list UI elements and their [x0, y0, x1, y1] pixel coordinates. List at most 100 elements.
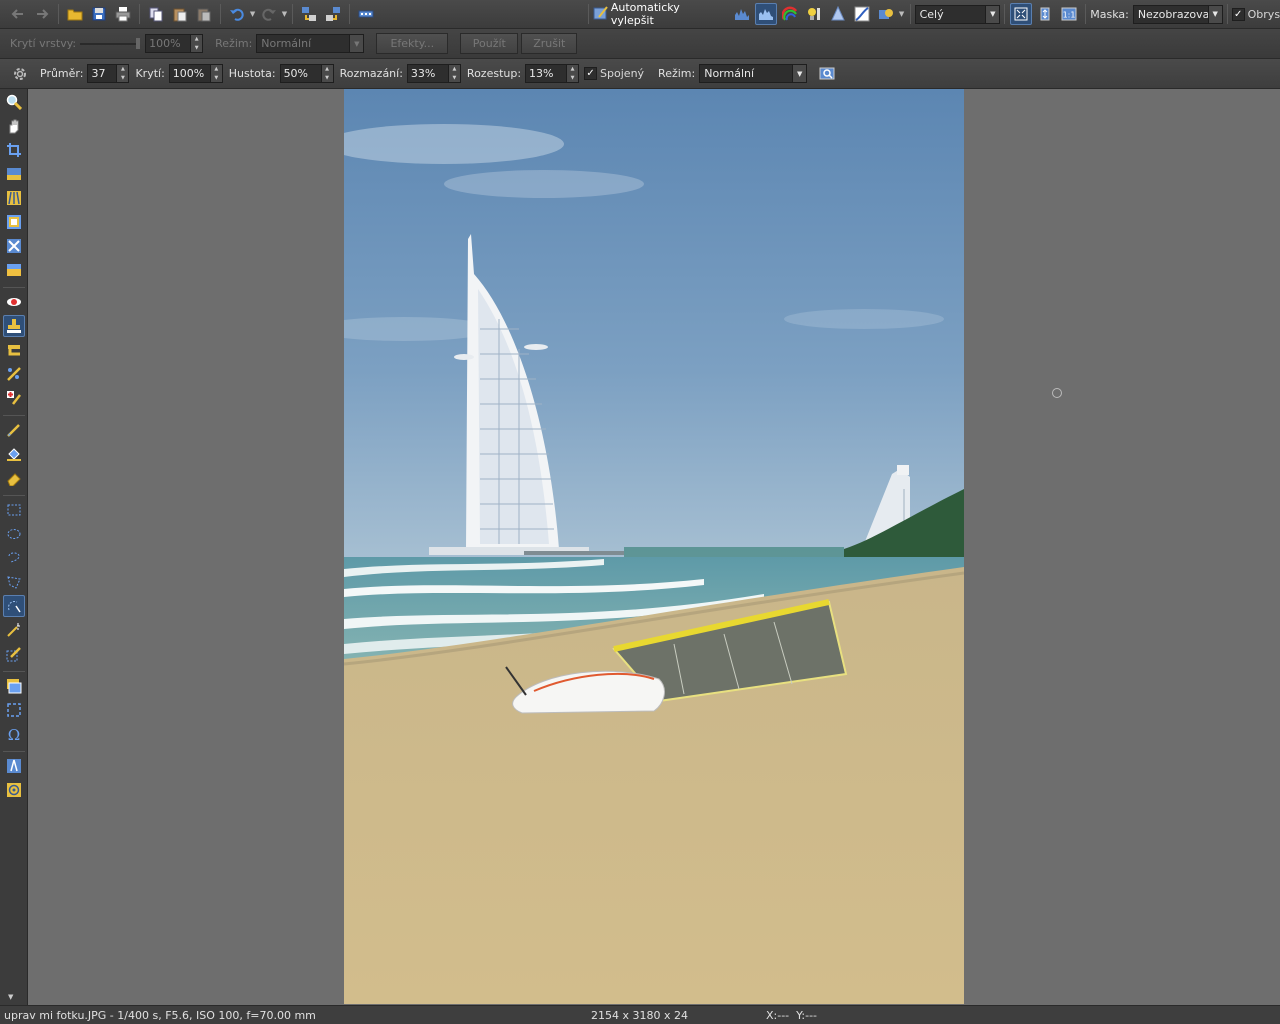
layers-tool-icon[interactable] — [3, 675, 25, 697]
separator — [3, 415, 25, 416]
brush-mode-value: Normální — [704, 67, 755, 80]
smudge-tool-icon[interactable] — [3, 339, 25, 361]
redo-icon[interactable] — [258, 3, 280, 25]
filmstrip-icon[interactable] — [355, 3, 377, 25]
healing-tool-icon[interactable] — [3, 387, 25, 409]
brush-mode-select[interactable]: Normální ▼ — [699, 64, 808, 83]
separator — [1226, 4, 1228, 24]
lasso-select-icon[interactable] — [3, 547, 25, 569]
opacity-input[interactable]: 100% ▲ ▼ — [168, 64, 223, 83]
layer-opacity-label: Krytí vrstvy: — [10, 37, 77, 50]
histogram-icon[interactable] — [754, 3, 777, 25]
save-icon[interactable] — [88, 3, 110, 25]
apply-button[interactable]: Použít — [460, 33, 519, 54]
export-icon[interactable] — [298, 3, 320, 25]
back-icon[interactable] — [7, 3, 29, 25]
target-tool-icon[interactable] — [3, 779, 25, 801]
resize-tool-icon[interactable] — [3, 211, 25, 233]
continuous-label: Spojený — [600, 67, 645, 80]
layer-opacity-value: 100% — [149, 37, 181, 50]
rectangle-select-icon[interactable] — [3, 499, 25, 521]
straighten-tool-icon[interactable] — [3, 163, 25, 185]
blur-input[interactable]: 33% ▲ ▼ — [406, 64, 461, 83]
checkmark-icon: ✓ — [1231, 7, 1245, 21]
sharpen-icon[interactable] — [827, 3, 849, 25]
hand-tool-icon[interactable] — [3, 115, 25, 137]
ellipse-select-icon[interactable] — [3, 523, 25, 545]
color-balance-icon[interactable] — [779, 3, 801, 25]
actual-size-icon[interactable]: 1:1 — [1058, 3, 1080, 25]
spacing-input[interactable]: 13% ▲ ▼ — [525, 64, 580, 83]
red-eye-tool-icon[interactable] — [3, 291, 25, 313]
text-tool-icon[interactable]: Ω — [3, 723, 25, 745]
mask-select[interactable]: Nezobrazovat ▼ — [1132, 4, 1223, 24]
blur-value: 33% — [410, 67, 436, 80]
outline-checkbox[interactable]: ✓ Obrys — [1231, 7, 1280, 21]
zoom-tool-icon[interactable] — [3, 91, 25, 113]
separator — [3, 671, 25, 672]
open-folder-icon[interactable] — [64, 3, 86, 25]
curves-icon[interactable] — [851, 3, 873, 25]
magic-wand-tool-icon[interactable] — [3, 619, 25, 641]
continuous-checkbox[interactable]: ✓ Spojený — [584, 67, 644, 80]
print-icon[interactable] — [112, 3, 134, 25]
gradient-tool-icon[interactable] — [3, 259, 25, 281]
frame-select-icon[interactable] — [3, 699, 25, 721]
copy-icon[interactable] — [145, 3, 167, 25]
import-icon[interactable] — [322, 3, 344, 25]
spinner-arrows-icon: ▲ ▼ — [320, 65, 333, 82]
diameter-input[interactable]: 37 ▲ ▼ — [87, 64, 130, 83]
fit-height-icon[interactable] — [1034, 3, 1056, 25]
clone-stamp-tool-icon[interactable] — [3, 315, 25, 337]
separator — [3, 495, 25, 496]
crop-tool-icon[interactable] — [3, 139, 25, 161]
auto-enhance-button[interactable]: Automaticky vylepšit — [593, 1, 726, 27]
transform-tool-icon[interactable] — [3, 235, 25, 257]
zoom-select[interactable]: Celý ▼ — [914, 4, 1001, 24]
density-value: 50% — [283, 67, 309, 80]
status-bar: uprav mi fotku.JPG - 1/400 s, F5.6, ISO … — [0, 1005, 1280, 1024]
polygon-select-icon[interactable] — [3, 571, 25, 593]
paste-icon[interactable] — [169, 3, 191, 25]
gear-icon[interactable] — [9, 63, 31, 85]
undo-icon[interactable] — [226, 3, 248, 25]
mask-label: Maska: — [1090, 7, 1129, 21]
brightness-icon[interactable] — [803, 3, 825, 25]
checkmark-icon: ✓ — [584, 67, 598, 80]
redo-dropdown-icon[interactable]: ▼ — [281, 3, 289, 25]
undo-dropdown-icon[interactable]: ▼ — [249, 3, 257, 25]
tools-panel: Ω ▼ — [0, 89, 28, 1005]
brush-cursor-icon — [1052, 388, 1062, 398]
layer-mode-select[interactable]: Normální ▼ — [256, 34, 365, 53]
tools-scroll-down-icon[interactable]: ▼ — [8, 993, 13, 1001]
retouch-tool-icon[interactable] — [3, 363, 25, 385]
fill-tool-icon[interactable] — [3, 443, 25, 465]
density-input[interactable]: 50% ▲ ▼ — [279, 64, 334, 83]
layer-opacity-input[interactable]: 100% ▲ ▼ — [145, 34, 204, 53]
effects-button[interactable]: Efekty... — [376, 33, 449, 54]
color-adjust-icon[interactable] — [875, 3, 897, 25]
brush-tool-icon[interactable] — [3, 419, 25, 441]
separator — [138, 4, 140, 24]
selection-brush-icon[interactable] — [3, 643, 25, 665]
vector-tool-icon[interactable] — [3, 755, 25, 777]
perspective-tool-icon[interactable] — [3, 187, 25, 209]
color-adjust-dropdown-icon[interactable]: ▼ — [898, 3, 906, 25]
density-label: Hustota: — [228, 67, 276, 80]
separator — [349, 4, 351, 24]
forward-icon[interactable] — [31, 3, 53, 25]
eraser-tool-icon[interactable] — [3, 467, 25, 489]
opacity-value: 100% — [172, 67, 205, 80]
svg-text:1:1: 1:1 — [1063, 11, 1076, 20]
preview-zoom-icon[interactable] — [816, 63, 838, 85]
cancel-button[interactable]: Zrušit — [521, 33, 578, 54]
layer-opacity-slider[interactable] — [80, 34, 142, 53]
magnetic-select-icon[interactable] — [3, 595, 25, 617]
levels-icon[interactable] — [731, 3, 753, 25]
paste-special-icon[interactable] — [193, 3, 215, 25]
separator — [219, 4, 221, 24]
separator — [1004, 4, 1006, 24]
photo-canvas[interactable] — [344, 89, 964, 1004]
diameter-value: 37 — [91, 67, 106, 80]
fit-window-icon[interactable] — [1010, 3, 1033, 25]
